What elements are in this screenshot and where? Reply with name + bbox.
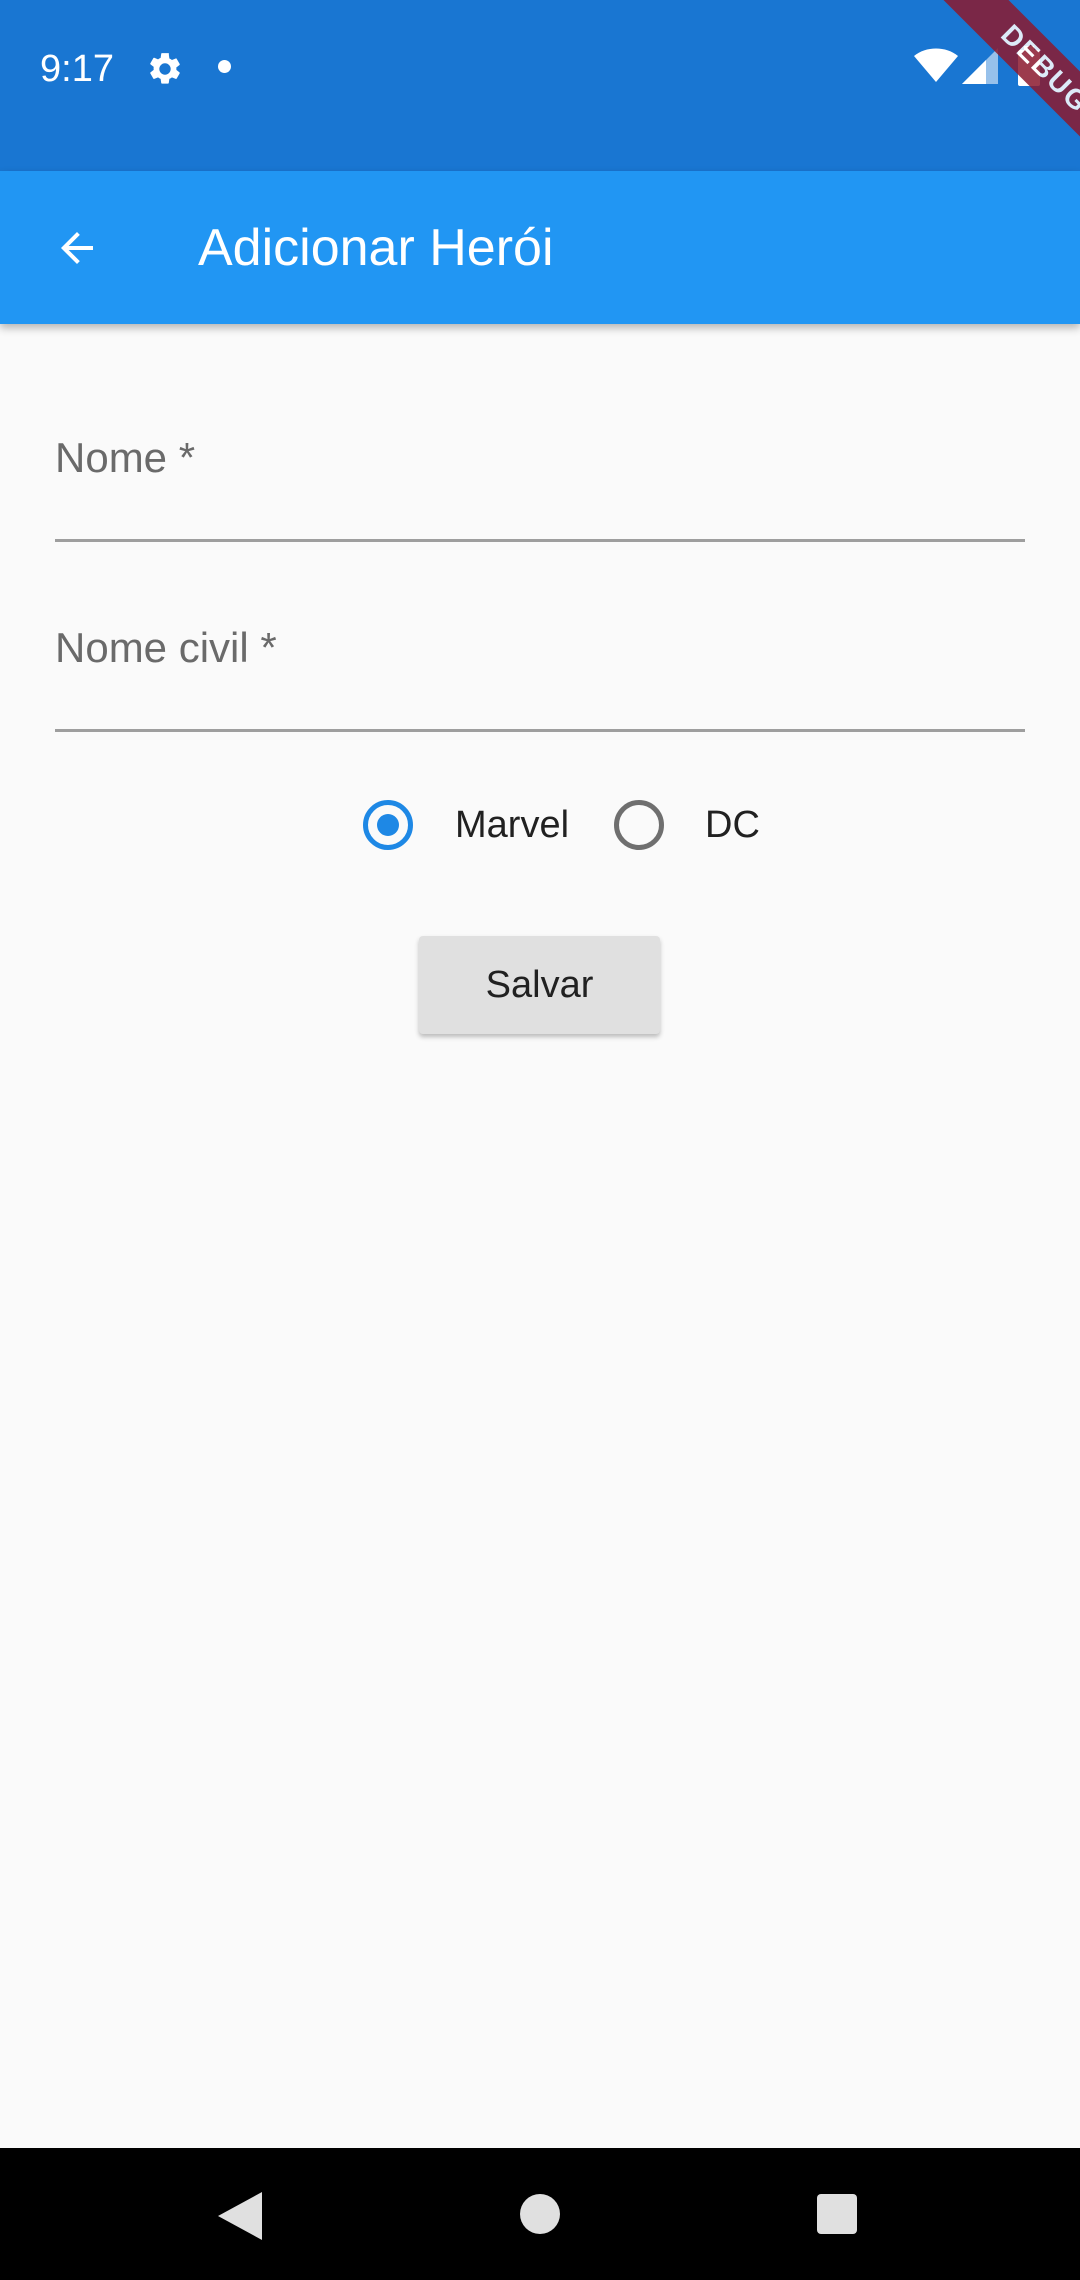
status-time: 9:17 — [40, 48, 114, 90]
nav-back-icon[interactable] — [218, 2192, 262, 2240]
navigation-bar — [0, 2148, 1080, 2280]
wifi-icon — [914, 48, 958, 82]
radio-marvel[interactable] — [363, 800, 413, 850]
screen: 9:17 DEBUG Adicionar Herói Nome * Nome c… — [0, 0, 1080, 2280]
publisher-radio-group: Marvel DC — [0, 790, 1080, 860]
back-button[interactable] — [36, 207, 118, 289]
save-button[interactable]: Salvar — [419, 936, 660, 1034]
signal-icon — [962, 48, 998, 84]
name-field-label: Nome * — [55, 434, 196, 481]
civil-name-field[interactable]: Nome civil * — [55, 614, 1025, 734]
nav-recents-icon[interactable] — [817, 2194, 857, 2234]
status-bar: 9:17 — [0, 0, 1080, 171]
nav-home-icon[interactable] — [520, 2194, 560, 2234]
arrow-back-icon — [61, 232, 93, 264]
radio-marvel-label[interactable]: Marvel — [455, 796, 569, 854]
app-bar: Adicionar Herói — [0, 171, 1080, 324]
name-field[interactable]: Nome * — [55, 424, 1025, 544]
civil-name-field-underline — [55, 729, 1025, 732]
radio-dc[interactable] — [614, 800, 664, 850]
civil-name-field-label: Nome civil * — [55, 624, 277, 671]
page-title: Adicionar Herói — [198, 219, 554, 277]
gear-icon — [150, 53, 180, 84]
radio-dc-label[interactable]: DC — [705, 796, 760, 854]
name-field-underline — [55, 539, 1025, 542]
notification-dot-icon — [218, 60, 231, 73]
